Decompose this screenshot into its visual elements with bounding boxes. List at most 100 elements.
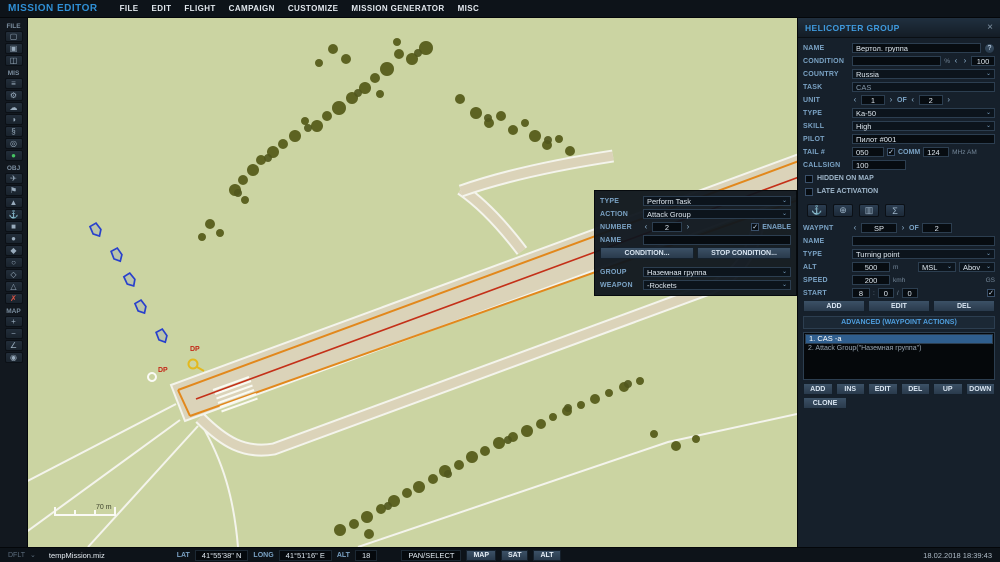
action-list-button[interactable]: INS <box>835 383 865 395</box>
dflt-selector[interactable]: DFLT <box>8 552 25 559</box>
template-icon[interactable]: ● <box>4 233 23 244</box>
goals-icon[interactable]: ◎ <box>4 138 23 149</box>
menu-item[interactable]: FILE <box>120 4 139 13</box>
weather-icon[interactable]: ☁ <box>4 102 23 113</box>
task-group-select[interactable]: Наземная группа ⌄ <box>643 267 791 277</box>
task-weapon-select[interactable]: -Rockets ⌄ <box>643 280 791 290</box>
measure-icon[interactable]: ∠ <box>4 340 23 351</box>
trigger-zone-icon[interactable]: ◆ <box>4 245 23 256</box>
alt-ref-select[interactable]: MSL ⌄ <box>918 262 956 272</box>
nav-route-tab-icon[interactable]: ⚓ <box>807 204 827 217</box>
action-list-button[interactable]: ADD <box>803 383 833 395</box>
clone-button[interactable]: CLONE <box>803 397 847 409</box>
waypoint-count[interactable]: 2 <box>921 223 952 233</box>
mission-options-icon[interactable]: ⚙ <box>4 90 23 101</box>
initial-point-icon[interactable]: △ <box>4 281 23 292</box>
number-decrement[interactable]: ‹ <box>643 222 649 232</box>
waypoint-value[interactable]: SP <box>861 223 897 233</box>
static-object-icon[interactable]: ■ <box>4 221 23 232</box>
farp-icon[interactable]: ◇ <box>4 269 23 280</box>
ship-group-icon[interactable]: ⚓ <box>4 209 23 220</box>
new-mission-icon[interactable]: ▢ <box>4 31 23 42</box>
callsign-input[interactable] <box>852 160 906 170</box>
comm-checkbox[interactable]: ✓ <box>887 148 895 156</box>
alt-view-button[interactable]: ALT <box>533 549 561 561</box>
airplane-group-icon[interactable]: ✈ <box>4 173 23 184</box>
unit-count[interactable]: 2 <box>918 95 943 105</box>
task-action-select[interactable]: Attack Group ⌄ <box>643 209 791 219</box>
hidden-on-map-checkbox[interactable] <box>805 174 813 183</box>
alt-value[interactable]: 500 <box>852 262 890 272</box>
waypoint-name-input[interactable] <box>852 236 995 246</box>
number-increment[interactable]: › <box>685 222 691 232</box>
waypoint-add-button[interactable]: ADD <box>803 300 865 312</box>
sat-view-button[interactable]: SAT <box>501 549 529 561</box>
waypoint-action-item[interactable]: 1. CAS -a <box>805 334 993 344</box>
action-list-button[interactable]: UP <box>933 383 963 395</box>
open-mission-icon[interactable]: ▣ <box>4 43 23 54</box>
label-toggle-icon[interactable]: ◉ <box>4 352 23 363</box>
condition-decrement[interactable]: ‹ <box>953 56 959 66</box>
save-mission-icon[interactable]: ◫ <box>4 55 23 66</box>
pan-select-mode[interactable]: PAN/SELECT <box>401 549 462 561</box>
condition-input[interactable] <box>852 56 942 66</box>
menu-item[interactable]: MISC <box>458 4 480 13</box>
start-seconds[interactable]: 0 <box>901 288 918 298</box>
delete-object-icon[interactable]: ✗ <box>4 293 23 304</box>
close-icon[interactable]: × <box>987 22 993 33</box>
alt-mode-select[interactable]: Abov ⌄ <box>959 262 995 272</box>
action-list-button[interactable]: DEL <box>900 383 930 395</box>
action-list-button[interactable]: DOWN <box>965 383 995 395</box>
zoom-in-icon[interactable]: + <box>4 316 23 327</box>
vehicle-group-icon[interactable]: ▲ <box>4 197 23 208</box>
waypoint-next[interactable]: › <box>900 223 906 233</box>
late-activation-checkbox[interactable] <box>805 187 813 196</box>
start-hours[interactable]: 8 <box>852 288 870 298</box>
start-mission-icon[interactable]: ● <box>4 150 23 161</box>
stop-condition-button[interactable]: STOP CONDITION... <box>697 247 791 259</box>
tail-input[interactable] <box>852 147 884 157</box>
waypoint-actions-list[interactable]: 1. CAS -a 2. Attack Group("Наземная групп… <box>803 332 995 380</box>
waypoint-edit-button[interactable]: EDIT <box>868 300 930 312</box>
comm-freq-input[interactable] <box>923 147 950 157</box>
group-name-input[interactable] <box>852 43 981 53</box>
pilot-input[interactable] <box>852 134 995 144</box>
payload-tab-icon[interactable]: ▥ <box>859 204 879 217</box>
menu-item[interactable]: MISSION GENERATOR <box>351 4 444 13</box>
enable-checkbox[interactable]: ✓ <box>751 223 760 231</box>
condition-value[interactable]: 100 <box>971 56 995 66</box>
zoom-out-icon[interactable]: − <box>4 328 23 339</box>
help-icon[interactable]: ? <box>984 42 995 54</box>
map-view-button[interactable]: MAP <box>466 549 496 561</box>
task-number-value[interactable]: 2 <box>652 222 682 232</box>
menu-item[interactable]: CUSTOMIZE <box>288 4 339 13</box>
targeting-tab-icon[interactable]: ⊕ <box>833 204 853 217</box>
condition-button[interactable]: CONDITION... <box>600 247 694 259</box>
unit-decrement[interactable]: ‹ <box>852 95 858 105</box>
unit-value[interactable]: 1 <box>861 95 885 105</box>
country-select[interactable]: Russia ⌄ <box>852 69 995 79</box>
helicopter-group-icon[interactable]: ⚑ <box>4 185 23 196</box>
task-type-select[interactable]: Perform Task ⌄ <box>643 196 791 206</box>
unit-type-select[interactable]: Ka-50 ⌄ <box>852 108 995 118</box>
action-list-button[interactable]: EDIT <box>868 383 898 395</box>
start-minutes[interactable]: 0 <box>877 288 894 298</box>
count-increment[interactable]: › <box>946 95 952 105</box>
condition-increment[interactable]: › <box>962 56 968 66</box>
rules-icon[interactable]: § <box>4 126 23 137</box>
task-name-input[interactable] <box>643 235 791 245</box>
count-decrement[interactable]: ‹ <box>910 95 916 105</box>
unit-increment[interactable]: › <box>888 95 894 105</box>
skill-select[interactable]: High ⌄ <box>852 121 995 131</box>
time-icon[interactable]: ◑ <box>4 114 23 125</box>
bullseye-icon[interactable]: ○ <box>4 257 23 268</box>
waypoint-del-button[interactable]: DEL <box>933 300 995 312</box>
waypoint-type-select[interactable]: Turning point ⌄ <box>852 249 995 259</box>
speed-value[interactable]: 200 <box>852 275 890 285</box>
waypoint-action-item[interactable]: 2. Attack Group("Наземная группа") <box>805 344 993 354</box>
waypoint-prev[interactable]: ‹ <box>852 223 858 233</box>
menu-item[interactable]: EDIT <box>152 4 172 13</box>
menu-item[interactable]: CAMPAIGN <box>229 4 275 13</box>
eta-lock-checkbox[interactable]: ✓ <box>987 289 995 297</box>
advanced-waypoint-actions-button[interactable]: ADVANCED (WAYPOINT ACTIONS) <box>803 316 995 329</box>
